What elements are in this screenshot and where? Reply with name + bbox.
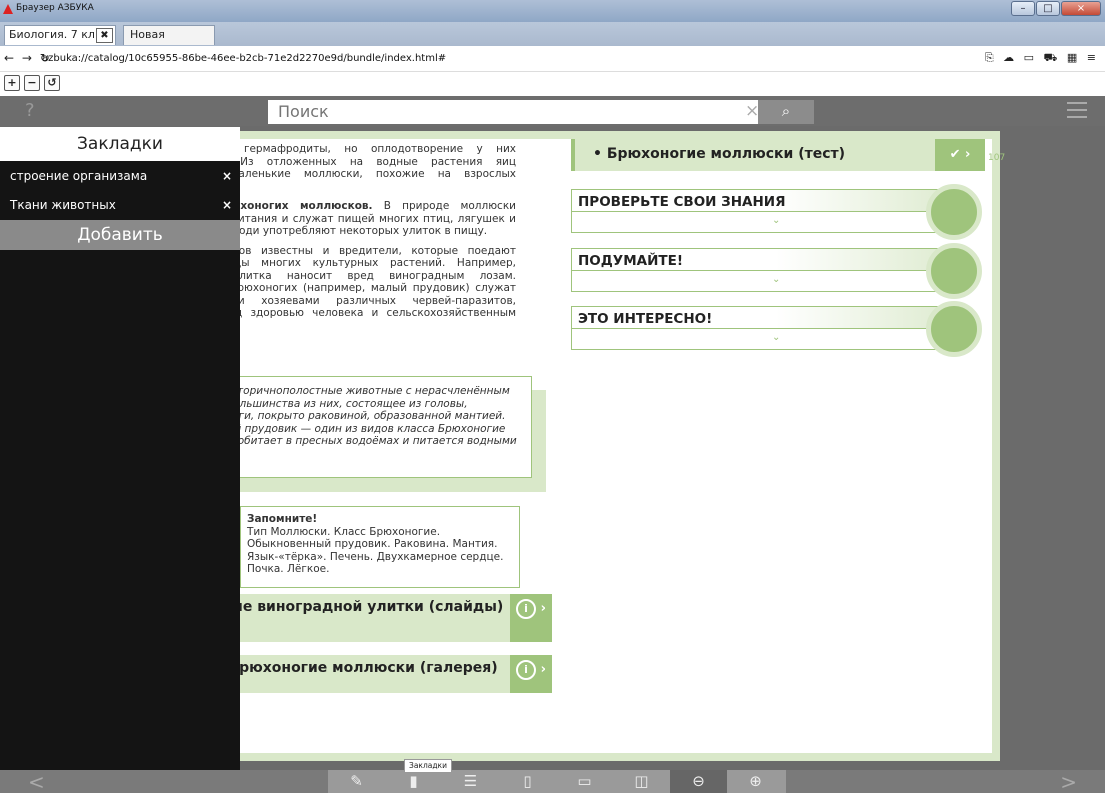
- remove-bookmark-icon[interactable]: ×: [222, 161, 232, 191]
- next-page-button[interactable]: >: [1060, 770, 1077, 793]
- chevron-down-icon[interactable]: ⌄: [772, 332, 780, 343]
- chevron-down-icon[interactable]: ⌄: [772, 274, 780, 285]
- tool-group: ✎ ▮ ☰ ▯ ▭ ◫ ⊖ ⊕: [328, 770, 786, 793]
- bookmark-label: строение организама: [10, 169, 148, 183]
- zoom-reset-button[interactable]: ↺: [44, 75, 60, 91]
- card-label: ПРОВЕРЬТЕ СВОИ ЗНАНИЯ: [578, 194, 786, 210]
- search-input[interactable]: [268, 100, 748, 122]
- card-label: ЭТО ИНТЕРЕСНО!: [578, 311, 713, 327]
- thinker-icon: [926, 243, 982, 299]
- toolbar-icons[interactable]: ⎘ ☁ ▭ ⛟ ▦ ≡: [985, 51, 1099, 66]
- tab-close-icon[interactable]: ✖: [96, 28, 113, 43]
- info-button[interactable]: i ›: [510, 655, 552, 693]
- card-interesting[interactable]: ЭТО ИНТЕРЕСНО! ⌄: [571, 301, 982, 357]
- card-check-knowledge[interactable]: ПРОВЕРЬТЕ СВОИ ЗНАНИЯ ⌄: [571, 184, 982, 240]
- app-logo-icon: [3, 4, 13, 14]
- info-icon: i: [516, 660, 537, 680]
- test-check-button[interactable]: ✔ ›: [935, 139, 985, 171]
- maximize-button[interactable]: □: [1036, 1, 1060, 16]
- info-button[interactable]: i ›: [510, 594, 552, 642]
- hamburger-menu-icon[interactable]: [1067, 102, 1087, 123]
- card-think[interactable]: ПОДУМАЙТЕ! ⌄: [571, 243, 982, 299]
- window-titlebar: Браузер АЗБУКА – □ ×: [0, 0, 1105, 22]
- chevron-right-icon: ›: [540, 601, 546, 616]
- remove-bookmark-icon[interactable]: ×: [222, 190, 232, 220]
- url-field[interactable]: azbuka://catalog/10c65955-86be-46ee-b2cb…: [42, 53, 446, 64]
- add-bookmark-button[interactable]: Добавить: [0, 220, 240, 250]
- stack-icon[interactable]: ▭: [556, 770, 613, 793]
- bottom-toolbar: < > ✎ ▮ ☰ ▯ ▭ ◫ ⊖ ⊕: [0, 770, 1105, 793]
- prev-page-button[interactable]: <: [28, 770, 45, 793]
- chevron-down-icon[interactable]: ⌄: [772, 215, 780, 226]
- zoom-in-icon[interactable]: ⊕: [727, 770, 784, 793]
- search-box: × ⌕: [268, 100, 814, 124]
- reader-toolbar: ? × ⌕: [0, 96, 1105, 126]
- tab-strip: Биология. 7 кл... ✖ Новая вкладка: [0, 22, 1105, 59]
- remember-title: Запомните!: [247, 513, 318, 525]
- search-button[interactable]: ⌕: [758, 100, 814, 124]
- zoom-out-icon[interactable]: ⊖: [670, 770, 727, 793]
- remember-box: Запомните! Тип Моллюски. Класс Брюхоноги…: [240, 506, 520, 588]
- zoom-out-button[interactable]: −: [24, 75, 40, 91]
- tab-biology[interactable]: Биология. 7 кл... ✖: [4, 25, 116, 45]
- bookmark-icon[interactable]: ▮: [385, 770, 442, 793]
- help-button[interactable]: ?: [25, 100, 35, 121]
- test-label: • Брюхоногие моллюски (тест): [593, 146, 846, 162]
- bookmark-item[interactable]: Ткани животных ×: [0, 190, 240, 220]
- pencil-icon[interactable]: ✎: [328, 770, 385, 793]
- card-label: ПОДУМАЙТЕ!: [578, 253, 683, 269]
- close-window-button[interactable]: ×: [1061, 1, 1101, 16]
- page-icon[interactable]: ▯: [499, 770, 556, 793]
- test-link[interactable]: • Брюхоногие моллюски (тест) ✔ ›: [571, 139, 985, 171]
- window-title: Браузер АЗБУКА: [16, 3, 94, 13]
- remember-text: Тип Моллюски. Класс Брюхоногие. Обыкнове…: [247, 525, 504, 576]
- telescope-icon: [926, 301, 982, 357]
- bookmark-item[interactable]: строение организама ×: [0, 161, 240, 191]
- bookmark-label: Ткани животных: [10, 198, 116, 212]
- zoom-in-button[interactable]: +: [4, 75, 20, 91]
- two-page-icon[interactable]: ◫: [613, 770, 670, 793]
- contents-list-icon[interactable]: ☰: [442, 770, 499, 793]
- bookmarks-panel: Закладки строение организама × Ткани жив…: [0, 127, 240, 772]
- zoom-controls: + − ↺: [0, 72, 1105, 96]
- tooltip-bookmarks: Закладки: [404, 759, 452, 773]
- minimize-button[interactable]: –: [1011, 1, 1035, 16]
- chevron-right-icon: ›: [540, 662, 546, 677]
- chevron-right-icon: ›: [965, 147, 971, 162]
- bookmarks-title: Закладки: [0, 127, 240, 161]
- page-number: 107: [988, 153, 1006, 163]
- check-icon: ✔: [949, 147, 961, 162]
- address-bar: ← → ↻ azbuka://catalog/10c65955-86be-46e…: [0, 46, 1105, 72]
- tab-new[interactable]: Новая вкладка: [123, 25, 215, 59]
- info-icon: i: [516, 599, 537, 619]
- tab-label: Биология. 7 кл...: [9, 28, 106, 41]
- desk-icon: [926, 184, 982, 240]
